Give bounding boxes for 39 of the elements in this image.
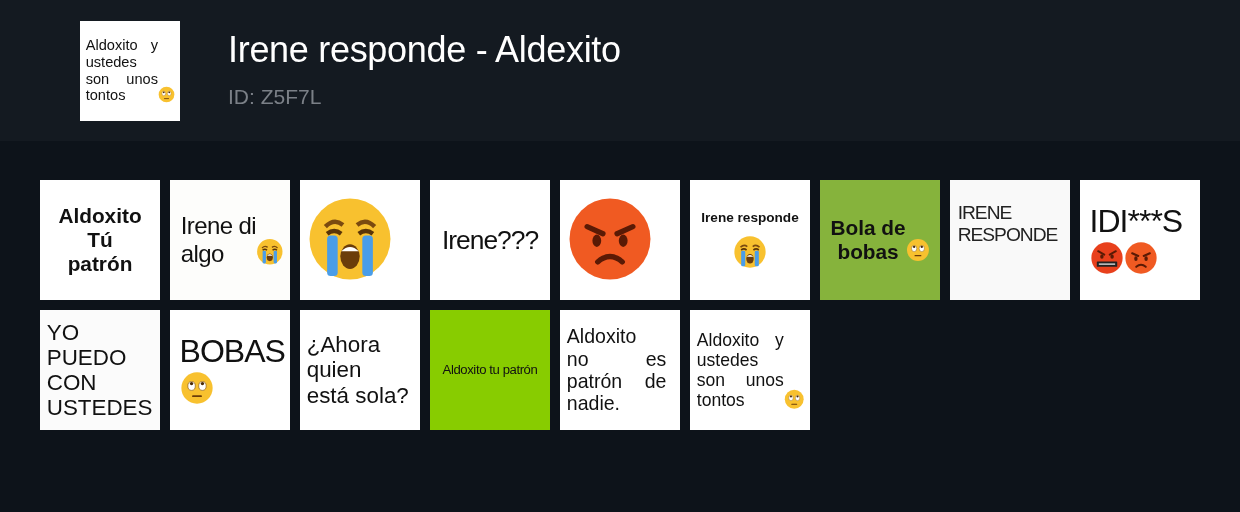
sticker[interactable]: Aldoxito tu patrón	[430, 310, 550, 430]
sticker-text: IRENE RESPONDE	[957, 202, 1058, 247]
sticker-text: IDI***S	[1089, 204, 1184, 240]
sticker[interactable]: BOBAS	[170, 310, 290, 430]
pack-title: Irene responde - Aldexito	[228, 28, 621, 72]
angry-face-icon	[1123, 241, 1158, 276]
sticker-text: Aldoxito y ustedes son unos tontos	[85, 36, 158, 105]
crying-face-icon	[256, 238, 284, 266]
eye-roll-face-icon	[783, 388, 805, 410]
eye-roll-face-icon	[905, 238, 930, 263]
sticker[interactable]: Aldoxito Tú patrón	[40, 180, 160, 300]
pack-id: ID: Z5F7L	[228, 84, 323, 111]
sticker[interactable]: IDI***S	[1080, 180, 1200, 300]
sticker-text: Irene???	[441, 224, 539, 256]
sticker[interactable]: Irene responde	[690, 180, 810, 300]
sticker[interactable]: Aldoxito y ustedes son unos tontos	[690, 310, 810, 430]
sticker-text: ¿Ahora quien está sola?	[306, 332, 409, 408]
sticker-text: YO PUEDO CON USTEDES	[46, 319, 153, 421]
sticker-text: Aldoxito no es patrón de nadie.	[566, 325, 667, 415]
sticker-text: Aldoxito Tú patrón	[58, 204, 142, 276]
sticker-text: Aldoxito y ustedes son unos tontos	[696, 329, 784, 411]
sticker-text: Aldoxito tu patrón	[442, 362, 538, 378]
sticker[interactable]: IRENE RESPONDE	[950, 180, 1070, 300]
pack-thumbnail[interactable]: Aldoxito y ustedes son unos tontos	[80, 20, 180, 121]
sticker-text: Irene responde	[700, 209, 800, 226]
eye-roll-face-icon	[179, 371, 214, 406]
sticker[interactable]: Irene???	[430, 180, 550, 300]
sticker-text: Irene di algo	[180, 212, 257, 268]
sticker[interactable]: ¿Ahora quien está sola?	[300, 310, 420, 430]
sticker[interactable]: Bola de bobas	[820, 180, 940, 300]
sticker[interactable]	[300, 180, 420, 300]
sticker[interactable]	[560, 180, 680, 300]
eye-roll-face-icon	[157, 86, 175, 104]
sticker[interactable]: Irene di algo	[170, 180, 290, 300]
cursing-face-icon	[1089, 241, 1124, 276]
sticker[interactable]: Aldoxito no es patrón de nadie.	[560, 310, 680, 430]
crying-face-icon	[733, 235, 767, 270]
sticker[interactable]: YO PUEDO CON USTEDES	[40, 310, 160, 430]
sticker-text: Bola de bobas	[830, 216, 906, 264]
